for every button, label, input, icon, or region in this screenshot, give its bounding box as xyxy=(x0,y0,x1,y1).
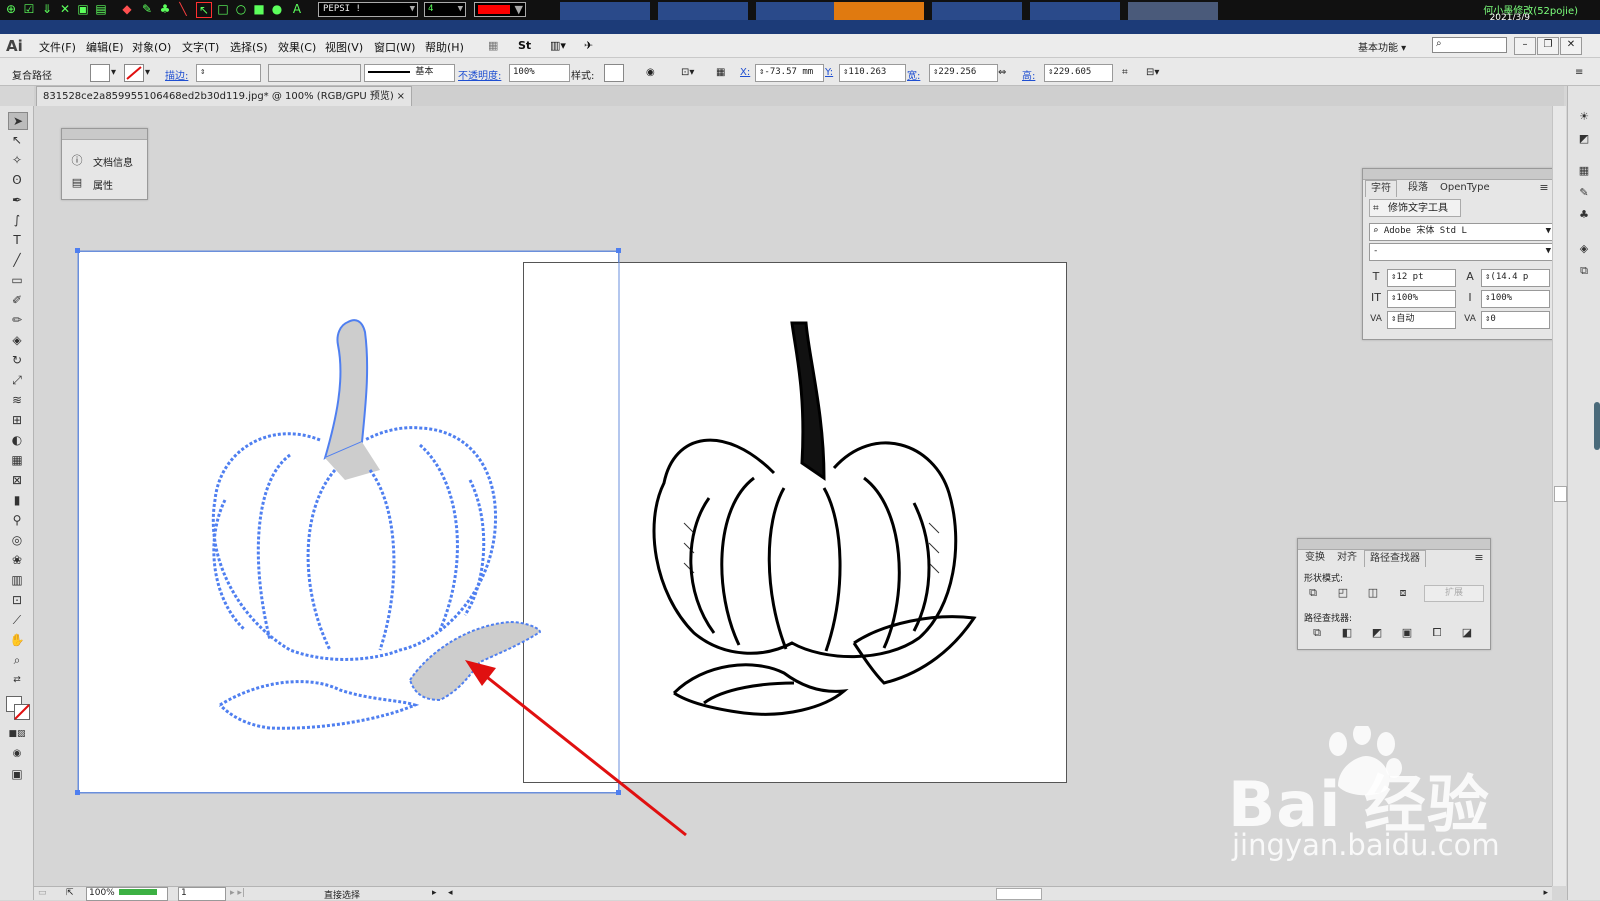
font-style-value: - xyxy=(1373,246,1379,256)
brushes-icon[interactable]: ✎ xyxy=(1577,186,1591,200)
watermark-url: jingyan.baidu.com xyxy=(1232,828,1500,862)
share-icon[interactable]: ⇱ xyxy=(66,888,74,898)
tab-character[interactable]: 字符 xyxy=(1365,180,1397,197)
kerning-icon: VA xyxy=(1370,314,1382,324)
character-panel: 字符 段落 OpenType ≡ ⌗ 修饰文字工具 ⌕ Adobe 宋体 Std… xyxy=(1362,168,1556,340)
font-family-value: Adobe 宋体 Std L xyxy=(1383,226,1467,236)
touch-type-icon: ⌗ xyxy=(1373,203,1379,214)
status-bar: ▭ ⇱ 100% 1 ▸ ▸| 直接选择 ▸ ◂ ▸ xyxy=(34,886,1552,901)
horizontal-scale-field[interactable]: ⇕100% xyxy=(1481,290,1550,308)
panel-dock: ☀ ◩ ▦ ✎ ♣ ◈ ⧉ xyxy=(1567,86,1600,900)
leading-field[interactable]: ⇕(14.4 p xyxy=(1481,269,1550,287)
pathfinder-panel: 变换 对齐 路径查找器 ≡ 形状模式: ⧉ ◰ ◫ ⧈ 扩展 路径查找器: ⧉ … xyxy=(1297,538,1491,650)
swatches-icon[interactable]: ▦ xyxy=(1577,164,1591,178)
font-style-select[interactable]: - ▼ xyxy=(1369,243,1554,261)
vertical-scale-field[interactable]: ⇕100% xyxy=(1387,290,1456,308)
unite-icon[interactable]: ⧉ xyxy=(1306,586,1320,600)
trim-icon[interactable]: ◧ xyxy=(1340,626,1354,640)
tracking-field[interactable]: ⇕0 xyxy=(1481,311,1550,329)
bbox-handle[interactable] xyxy=(616,248,621,253)
panel-header[interactable] xyxy=(1363,169,1555,180)
chevron-down-icon: ▼ xyxy=(1545,226,1551,236)
panel-header[interactable] xyxy=(62,129,147,140)
minus-front-icon[interactable]: ◰ xyxy=(1336,586,1350,600)
vertical-scale-value: 100% xyxy=(1396,293,1419,303)
bbox-handle[interactable] xyxy=(75,248,80,253)
dock-grip[interactable] xyxy=(1594,402,1600,450)
horizontal-scroll-thumb[interactable] xyxy=(996,888,1042,900)
exclude-icon[interactable]: ⧈ xyxy=(1396,586,1410,600)
status-tool-name: 直接选择 xyxy=(324,891,361,901)
merge-icon[interactable]: ◩ xyxy=(1370,626,1384,640)
attributes-item[interactable]: 属性 xyxy=(93,177,113,192)
artboard-number-field[interactable]: 1 xyxy=(178,887,226,901)
artboards-icon[interactable]: ⧉ xyxy=(1577,264,1591,278)
tracking-icon: VA xyxy=(1464,314,1476,324)
font-size-icon: T xyxy=(1372,270,1380,283)
kerning-value: 自动 xyxy=(1396,314,1415,324)
layers-icon[interactable]: ◈ xyxy=(1577,242,1591,256)
tab-pathfinder[interactable]: 路径查找器 xyxy=(1364,550,1426,567)
color-guide-icon[interactable]: ◩ xyxy=(1577,132,1591,146)
zoom-value: 100% xyxy=(89,888,115,898)
divide-icon[interactable]: ⧉ xyxy=(1310,626,1324,640)
artboard-number-value: 1 xyxy=(181,888,187,898)
symbols-icon[interactable]: ♣ xyxy=(1577,208,1591,222)
vertical-scale-icon: IT xyxy=(1371,291,1381,304)
touch-type-tool-button[interactable]: ⌗ 修饰文字工具 xyxy=(1369,199,1461,217)
font-family-select[interactable]: ⌕ Adobe 宋体 Std L ▼ xyxy=(1369,223,1554,241)
zoom-field[interactable]: 100% xyxy=(86,887,168,901)
panel-menu-icon[interactable]: ≡ xyxy=(1537,181,1551,195)
status-icon: ▭ xyxy=(38,888,47,898)
crop-icon[interactable]: ▣ xyxy=(1400,626,1414,640)
attributes-icon: ▤ xyxy=(71,176,83,189)
font-size-field[interactable]: ⇕12 pt xyxy=(1387,269,1456,287)
panel-header[interactable] xyxy=(1298,539,1490,550)
outline-icon[interactable]: ⧠ xyxy=(1430,626,1444,640)
font-size-value: 12 pt xyxy=(1396,272,1424,282)
tracking-value: 0 xyxy=(1490,314,1496,324)
minus-back-icon[interactable]: ◪ xyxy=(1460,626,1474,640)
scroll-thumb[interactable] xyxy=(1554,486,1567,502)
color-panel-icon[interactable]: ☀ xyxy=(1577,110,1591,124)
document-info-icon: ⓘ xyxy=(71,154,83,167)
horizontal-scale-icon: I xyxy=(1468,291,1472,304)
leading-icon: A xyxy=(1466,270,1474,283)
document-info-item[interactable]: 文档信息 xyxy=(93,154,133,169)
vertical-scrollbar[interactable] xyxy=(1552,106,1567,886)
bbox-handle[interactable] xyxy=(616,790,621,795)
tab-paragraph[interactable]: 段落 xyxy=(1403,180,1433,196)
scroll-right-icon[interactable]: ▸ xyxy=(1543,888,1548,898)
red-annotation-arrow xyxy=(465,660,687,837)
status-menu-icon[interactable]: ▸ xyxy=(432,888,437,898)
tab-opentype[interactable]: OpenType xyxy=(1435,180,1495,196)
info-mini-panel: ⓘ 文档信息 ▤ 属性 xyxy=(61,128,148,200)
bbox-handle[interactable] xyxy=(75,790,80,795)
chevron-down-icon: ▼ xyxy=(1545,246,1551,256)
shape-modes-label: 形状模式: xyxy=(1304,574,1344,584)
panel-menu-icon[interactable]: ≡ xyxy=(1472,551,1486,565)
scroll-left-icon[interactable]: ◂ xyxy=(448,888,453,898)
artboard-nav-icon[interactable]: ▸ ▸| xyxy=(230,888,245,898)
kerning-field[interactable]: ⇕自动 xyxy=(1387,311,1456,329)
progress-indicator xyxy=(118,889,157,895)
expand-button[interactable]: 扩展 xyxy=(1424,585,1484,602)
tab-align[interactable]: 对齐 xyxy=(1332,550,1362,566)
horizontal-scale-value: 100% xyxy=(1490,293,1513,303)
leading-value: (14.4 p xyxy=(1490,272,1529,282)
touch-type-label: 修饰文字工具 xyxy=(1388,203,1448,214)
pathfinders-label: 路径查找器: xyxy=(1304,614,1353,624)
tab-transform[interactable]: 变换 xyxy=(1300,550,1330,566)
intersect-icon[interactable]: ◫ xyxy=(1366,586,1380,600)
